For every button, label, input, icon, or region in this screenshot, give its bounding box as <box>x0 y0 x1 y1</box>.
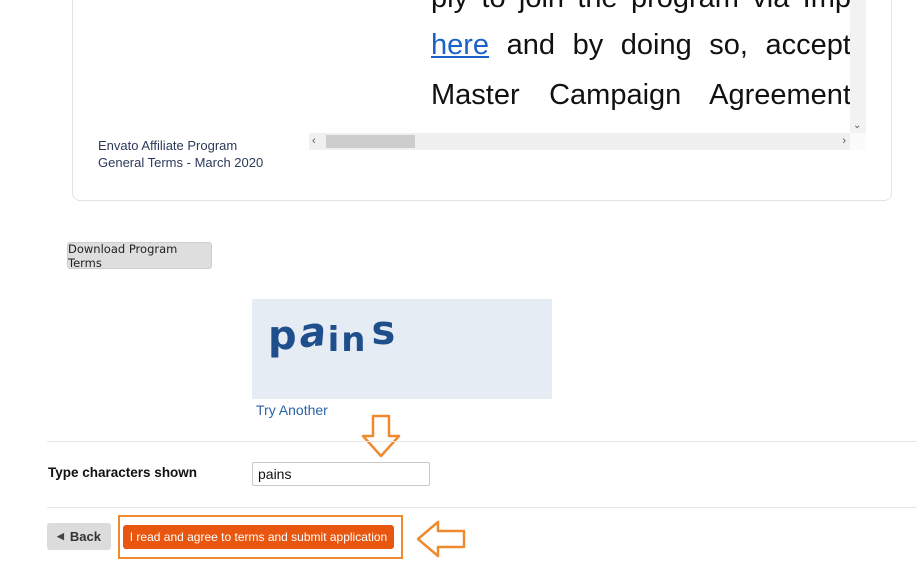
captcha-image: pain s <box>252 299 552 399</box>
divider <box>47 507 917 508</box>
terms-text-fragment: and by doing so, accept <box>489 29 850 61</box>
captcha-char: in <box>327 320 368 360</box>
chevron-down-icon[interactable]: ⌄ <box>853 120 861 131</box>
captcha-characters: pain s <box>268 308 398 360</box>
try-another-link[interactable]: Try Another <box>256 402 328 418</box>
terms-caption-line1: Envato Affiliate Program <box>98 138 238 153</box>
terms-here-link[interactable]: here <box>431 29 489 61</box>
arrow-down-icon <box>361 414 401 458</box>
triangle-left-icon: ◀ <box>57 531 64 541</box>
terms-caption: Envato Affiliate Program General Terms -… <box>98 137 298 171</box>
horizontal-scrollbar[interactable]: ‹ › <box>309 133 850 150</box>
arrow-left-icon <box>416 520 466 558</box>
back-button-label: Back <box>69 529 101 544</box>
captcha-field-label: Type characters shown <box>48 465 198 480</box>
divider <box>47 441 917 442</box>
chevron-left-icon[interactable]: ‹ <box>312 135 316 147</box>
chevron-right-icon[interactable]: › <box>842 135 846 147</box>
captcha-input[interactable] <box>252 462 430 486</box>
vertical-scrollbar[interactable]: ⌄ <box>850 0 866 133</box>
terms-text-line: Master Campaign Agreement <box>431 79 850 111</box>
captcha-char: a <box>296 308 330 358</box>
submit-application-button[interactable]: I read and agree to terms and submit app… <box>123 525 394 549</box>
terms-text-line: ply to join the program via Imp <box>431 0 850 15</box>
captcha-char: p <box>268 313 299 359</box>
scrollbar-thumb[interactable] <box>326 135 415 148</box>
download-terms-button[interactable]: Download Program Terms <box>67 242 212 270</box>
captcha-char: s <box>371 308 398 354</box>
terms-caption-line2: General Terms - March 2020 <box>98 155 264 170</box>
terms-document: ply to join the program via Imp here and… <box>309 0 850 133</box>
terms-document-viewer[interactable]: ply to join the program via Imp here and… <box>309 0 866 150</box>
back-button[interactable]: ◀ Back <box>47 523 111 550</box>
terms-text-line: here and by doing so, accept <box>431 29 850 62</box>
